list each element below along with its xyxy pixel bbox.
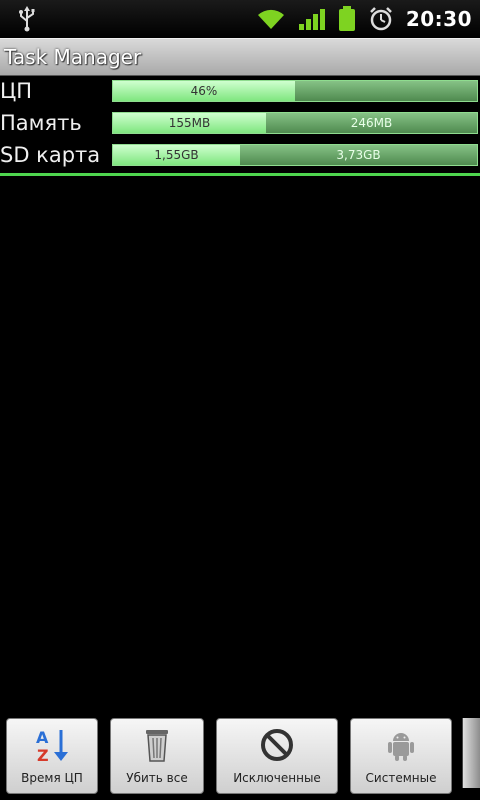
sort-cpu-time-button[interactable]: A Z Время ЦП xyxy=(6,718,98,794)
system-label: Системные xyxy=(365,771,437,785)
cpu-usage-bar: 46% xyxy=(112,80,478,102)
wifi-icon xyxy=(257,9,284,29)
memory-row: Память 155MB 246MB xyxy=(0,108,480,138)
memory-usage-bar: 155MB 246MB xyxy=(112,112,478,134)
title-bar: Task Manager xyxy=(0,38,480,76)
status-time: 20:30 xyxy=(405,7,472,31)
usb-icon xyxy=(19,6,35,32)
sort-az-icon: A Z xyxy=(36,728,68,763)
sd-card-usage-bar: 1,55GB 3,73GB xyxy=(112,144,478,166)
trash-icon xyxy=(146,730,168,762)
cpu-row: ЦП 46% xyxy=(0,76,480,106)
sd-card-label: SD карта xyxy=(0,143,101,167)
cpu-free-text xyxy=(295,81,477,101)
cpu-used-text: 46% xyxy=(190,84,218,98)
memory-used-text: 155MB xyxy=(168,116,211,130)
toolbar-overflow-button[interactable] xyxy=(462,718,480,788)
excluded-label: Исключенные xyxy=(233,771,321,785)
bottom-toolbar: A Z Время ЦП Убить все Исключенные Систе… xyxy=(0,712,480,800)
system-button[interactable]: Системные xyxy=(350,718,452,794)
sd-card-free-text: 3,73GB xyxy=(336,148,381,162)
app-title: Task Manager xyxy=(4,45,142,69)
android-icon xyxy=(388,733,414,761)
kill-all-label: Убить все xyxy=(126,771,188,785)
divider xyxy=(0,173,480,176)
sort-cpu-time-label: Время ЦП xyxy=(21,771,83,785)
svg-text:A: A xyxy=(36,728,49,747)
memory-free-text: 246MB xyxy=(350,116,393,130)
prohibit-icon xyxy=(261,729,293,761)
status-bar: 20:30 xyxy=(0,0,480,38)
memory-label: Память xyxy=(0,111,82,135)
sd-card-row: SD карта 1,55GB 3,73GB xyxy=(0,140,480,170)
sd-card-used-text: 1,55GB xyxy=(154,148,199,162)
excluded-button[interactable]: Исключенные xyxy=(216,718,338,794)
signal-icon xyxy=(298,9,325,30)
svg-text:Z: Z xyxy=(37,746,49,763)
alarm-icon xyxy=(369,7,392,31)
cpu-label: ЦП xyxy=(0,79,33,103)
battery-icon xyxy=(338,6,355,31)
kill-all-button[interactable]: Убить все xyxy=(110,718,204,794)
screen: 20:30 Task Manager ЦП 46% Память 155MB 2… xyxy=(0,0,480,800)
